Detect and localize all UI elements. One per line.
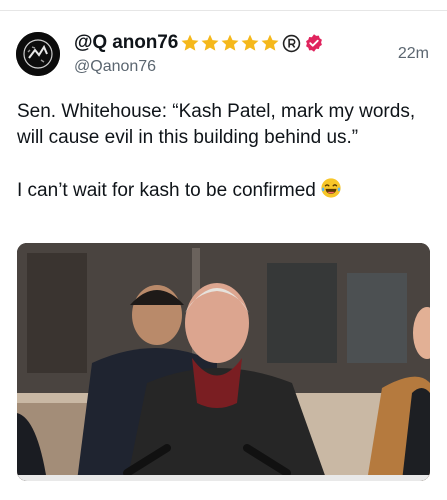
post-paragraph: I can’t wait for kash to be confirmed <box>17 177 427 204</box>
video-frame-icon <box>17 243 430 481</box>
user-handle[interactable]: @Qanon76 <box>74 58 156 76</box>
avatar-image-icon <box>16 32 60 76</box>
top-divider <box>0 10 447 11</box>
verified-icon <box>306 34 323 52</box>
star-icon <box>221 34 239 51</box>
video-progress-bar[interactable] <box>17 475 430 481</box>
post-paragraph-text: I can’t wait for kash to be confirmed <box>17 180 316 201</box>
post-text: Sen. Whitehouse: “Kash Patel, mark my wo… <box>17 99 427 204</box>
post-timestamp[interactable]: 22m <box>398 45 429 63</box>
post-paragraph: Sen. Whitehouse: “Kash Patel, mark my wo… <box>17 101 416 148</box>
laughing-tears-emoji-icon <box>321 178 341 198</box>
name-row: @Q anon76 <box>74 30 324 56</box>
avatar[interactable] <box>16 32 60 76</box>
display-name[interactable]: @Q anon76 <box>74 32 178 54</box>
star-icon <box>201 34 219 51</box>
star-icon <box>261 34 279 51</box>
video-thumbnail[interactable] <box>17 243 430 481</box>
star-icon <box>181 34 199 51</box>
star-badges <box>180 33 280 53</box>
registered-icon <box>282 34 301 52</box>
star-icon <box>241 34 259 51</box>
